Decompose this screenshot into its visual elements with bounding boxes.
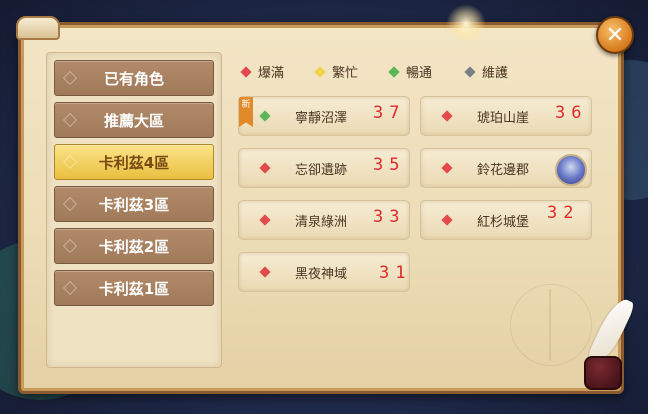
legend-full: 爆滿	[240, 62, 284, 81]
legend-smooth: 暢通	[388, 62, 432, 81]
nav-recommended-region[interactable]: 推薦大區	[54, 102, 214, 138]
diamond-icon	[62, 280, 78, 296]
server-card[interactable]: 琥珀山崖 36	[420, 96, 592, 136]
status-busy-icon	[314, 65, 326, 78]
status-full-icon	[441, 162, 453, 174]
status-maintenance-icon	[464, 65, 476, 78]
server-card[interactable]: 鈴花邊郡	[420, 148, 592, 188]
status-smooth-icon	[388, 65, 400, 78]
server-number: 36	[555, 103, 588, 123]
server-number: 32	[547, 203, 580, 223]
server-card[interactable]: 忘卻遺跡 35	[238, 148, 410, 188]
compass-decoration	[510, 284, 592, 366]
scroll-curl-decoration	[16, 16, 60, 40]
status-full-icon	[441, 214, 453, 226]
status-full-icon	[259, 266, 271, 278]
server-number: 33	[373, 207, 406, 227]
legend-busy: 繁忙	[314, 62, 358, 81]
status-smooth-icon	[259, 110, 271, 122]
new-server-tag: 新	[239, 97, 253, 127]
status-full-icon	[240, 65, 252, 78]
nav-kaliz-4[interactable]: 卡利茲4區	[54, 144, 214, 180]
server-name: 忘卻遺跡	[295, 163, 348, 178]
nav-existing-characters[interactable]: 已有角色	[54, 60, 214, 96]
nav-kaliz-1[interactable]: 卡利茲1區	[54, 270, 214, 306]
server-number: 31	[379, 263, 412, 283]
status-full-icon	[259, 162, 271, 174]
close-button[interactable]: ✕	[596, 16, 634, 54]
glow-orb-decoration	[446, 4, 486, 44]
server-card[interactable]: 清泉綠洲 33	[238, 200, 410, 240]
nav-kaliz-3[interactable]: 卡利茲3區	[54, 186, 214, 222]
diamond-icon	[62, 196, 78, 212]
legend-maintenance: 維護	[464, 62, 508, 81]
server-name: 鈴花邊郡	[477, 163, 530, 178]
diamond-icon	[62, 70, 78, 86]
diamond-icon	[62, 238, 78, 254]
diamond-icon	[62, 112, 78, 128]
diamond-icon	[62, 154, 78, 170]
server-name: 寧靜沼澤	[295, 111, 348, 126]
server-card[interactable]: 黑夜神域 31	[238, 252, 410, 292]
status-full-icon	[259, 214, 271, 226]
server-name: 琥珀山崖	[477, 111, 530, 126]
server-card[interactable]: 新 寧靜沼澤 37	[238, 96, 410, 136]
server-name: 清泉綠洲	[295, 215, 348, 230]
server-number: 35	[373, 155, 406, 175]
server-number: 37	[373, 103, 406, 123]
server-card[interactable]: 紅杉城堡 32	[420, 200, 592, 240]
character-avatar	[555, 154, 587, 186]
nav-kaliz-2[interactable]: 卡利茲2區	[54, 228, 214, 264]
status-full-icon	[441, 110, 453, 122]
server-name: 紅杉城堡	[477, 215, 530, 230]
server-name: 黑夜神域	[295, 267, 348, 282]
inkwell-decoration	[584, 356, 622, 390]
close-icon: ✕	[605, 22, 625, 48]
